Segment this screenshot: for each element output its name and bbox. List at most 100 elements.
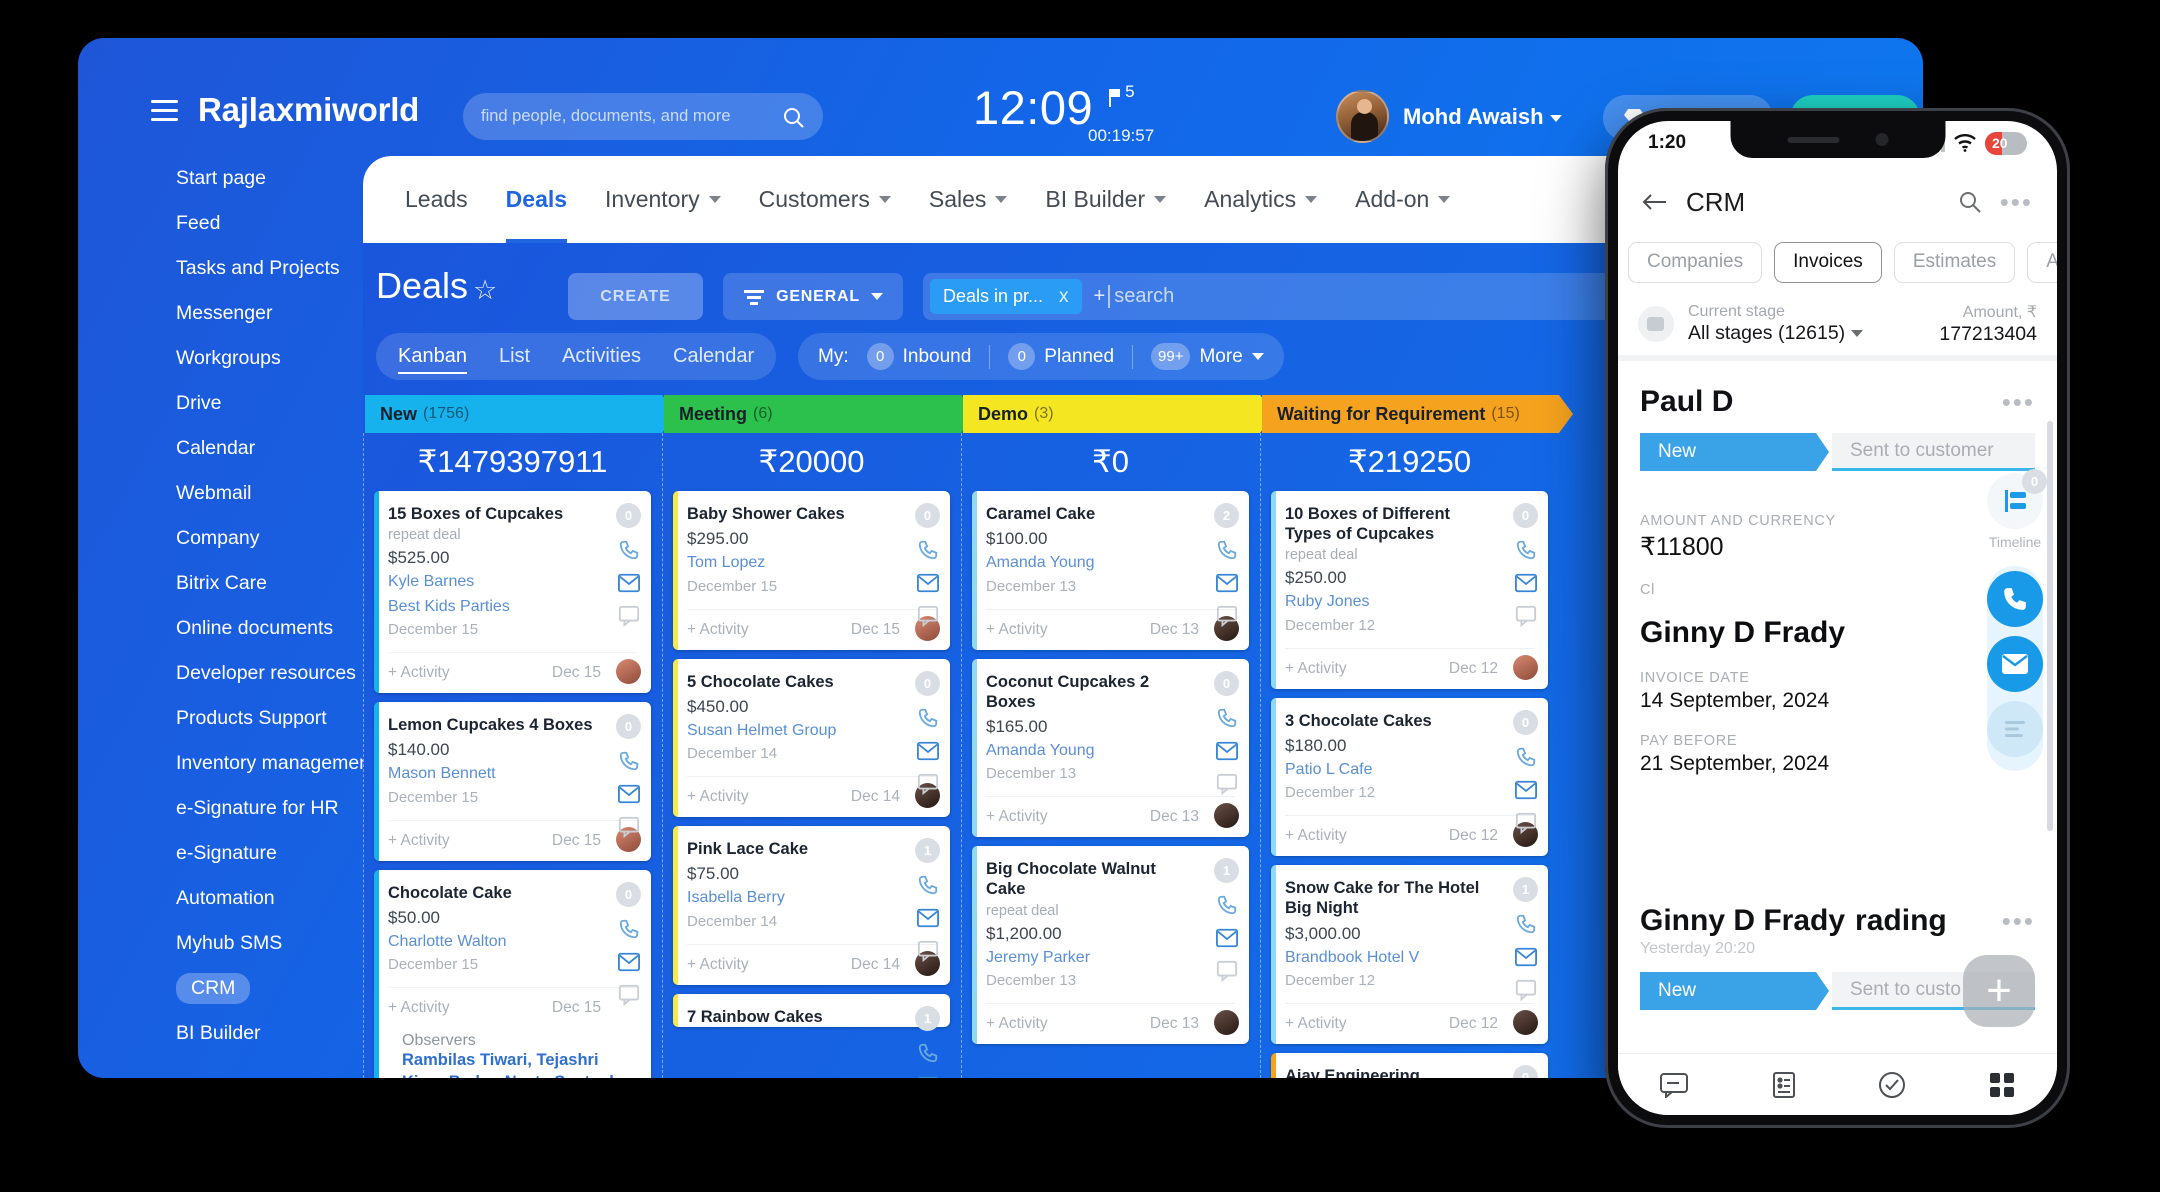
view-list[interactable]: List <box>499 341 530 372</box>
scrollbar[interactable] <box>2047 421 2053 831</box>
phone-icon[interactable] <box>618 539 640 561</box>
general-filter-button[interactable]: GENERAL <box>723 273 903 320</box>
counter-inbound[interactable]: 0 Inbound <box>866 343 971 370</box>
tab-inventory[interactable]: Inventory <box>605 156 721 243</box>
email-button[interactable] <box>1987 636 2043 692</box>
deal-card[interactable]: Big Chocolate Walnut Cake repeat deal $1,2… <box>972 846 1249 1045</box>
phone-tab-invoices[interactable]: Invoices <box>1774 241 1882 283</box>
sidebar-item-e-signature-for-hr[interactable]: e-Signature for HR <box>78 786 363 831</box>
phone-icon[interactable] <box>917 707 939 729</box>
search-input[interactable] <box>481 107 781 126</box>
column-header[interactable]: New (1756) <box>365 395 676 433</box>
add-activity-link[interactable]: + Activity <box>986 808 1048 826</box>
envelope-icon[interactable] <box>617 572 640 594</box>
avatar[interactable] <box>1513 654 1538 680</box>
chat-icon[interactable] <box>618 984 640 1006</box>
stage-new[interactable]: New <box>1640 972 1829 1010</box>
invoice-card-paul[interactable]: Paul D ••• New Sent to customer <box>1618 367 2057 485</box>
create-button[interactable]: CREATE <box>568 273 703 320</box>
phone-icon[interactable] <box>917 1042 939 1064</box>
deal-card[interactable]: 7 Rainbow Cakes 1 <box>673 993 950 1078</box>
favorite-star-icon[interactable]: ☆ <box>473 275 497 306</box>
sidebar-item-company[interactable]: Company <box>78 516 363 561</box>
avatar[interactable] <box>1513 1010 1538 1036</box>
view-kanban[interactable]: Kanban <box>398 341 467 374</box>
global-search[interactable] <box>463 93 823 140</box>
deal-card[interactable]: 15 Boxes of Cupcakes repeat deal $525.00 Ky… <box>374 491 651 694</box>
tab-customers[interactable]: Customers <box>759 156 891 243</box>
menu-icon[interactable] <box>151 100 178 121</box>
deal-contact[interactable]: Kyle Barnes <box>388 572 637 592</box>
sidebar-item-start-page[interactable]: Start page <box>78 156 363 201</box>
tab-bi-builder[interactable]: BI Builder <box>1045 156 1167 243</box>
avatar[interactable] <box>616 659 641 685</box>
sidebar-item-myhub-sms[interactable]: Myhub SMS <box>78 921 363 966</box>
stage-new[interactable]: New <box>1640 433 1829 471</box>
deal-card[interactable]: Chocolate Cake $50.00 Charlotte Walton Dece… <box>374 869 651 1078</box>
deal-contact[interactable]: Patio L Cafe <box>1285 760 1534 780</box>
document-icon[interactable] <box>1771 1071 1797 1099</box>
deal-card[interactable]: Snow Cake for The Hotel Big Night $3,000.… <box>1271 865 1548 1045</box>
deal-contact[interactable]: Jeremy Parker <box>986 948 1235 968</box>
tab-sales[interactable]: Sales <box>929 156 1008 243</box>
add-activity-link[interactable]: + Activity <box>1285 827 1347 845</box>
sidebar-item-calendar[interactable]: Calendar <box>78 426 363 471</box>
deal-contact[interactable]: Susan Helmet Group <box>687 721 936 741</box>
phone-icon[interactable] <box>917 874 939 896</box>
current-stage-value[interactable]: All stages (12615) <box>1688 322 1863 345</box>
clock-widget[interactable]: 12:09 5 <box>973 82 1135 131</box>
sidebar-item-drive[interactable]: Drive <box>78 381 363 426</box>
envelope-icon[interactable] <box>1514 779 1537 801</box>
phone-icon[interactable] <box>618 750 640 772</box>
deal-contact[interactable]: Charlotte Walton <box>388 932 637 952</box>
deal-card[interactable]: Baby Shower Cakes $295.00 Tom Lopez Decembe… <box>673 491 950 650</box>
grid-icon[interactable] <box>1988 1071 2016 1099</box>
envelope-icon[interactable] <box>916 572 939 594</box>
add-activity-link[interactable]: + Activity <box>1285 1015 1347 1033</box>
add-activity-link[interactable]: + Activity <box>986 621 1048 639</box>
sidebar-item-crm[interactable]: CRM <box>78 966 363 1011</box>
sidebar-item-automation[interactable]: Automation <box>78 876 363 921</box>
deal-card[interactable]: Ajay Engineering₹00 <box>1271 1053 1548 1078</box>
phone-icon[interactable] <box>618 918 640 940</box>
chat-icon[interactable] <box>1216 960 1238 983</box>
observers-names[interactable]: Rambilas Tiwari, Tejashri Kiran Bedre, N… <box>402 1050 623 1078</box>
chat-icon[interactable] <box>1216 773 1238 795</box>
back-arrow-icon[interactable] <box>1642 192 1668 212</box>
search-icon[interactable] <box>1958 190 1982 214</box>
add-filter-icon[interactable]: + <box>1094 285 1106 308</box>
tab-add-on[interactable]: Add-on <box>1355 156 1451 243</box>
add-activity-link[interactable]: + Activity <box>388 999 450 1017</box>
phone-icon[interactable] <box>1515 539 1537 561</box>
phone-icon[interactable] <box>1515 746 1537 768</box>
deal-card[interactable]: Pink Lace Cake $75.00 Isabella Berry Decemb… <box>673 826 950 985</box>
sidebar-item-inventory-management[interactable]: Inventory management <box>78 741 375 786</box>
tab-deals[interactable]: Deals <box>505 156 568 243</box>
view-calendar[interactable]: Calendar <box>673 341 754 372</box>
phone-icon[interactable] <box>917 539 939 561</box>
sidebar-item-bitrix-care[interactable]: Bitrix Care <box>78 561 363 606</box>
deal-contact[interactable]: Ruby Jones <box>1285 592 1534 612</box>
envelope-icon[interactable] <box>916 1075 939 1078</box>
user-menu[interactable]: Mohd Awaish <box>1403 104 1562 130</box>
phone-icon[interactable] <box>1216 707 1238 729</box>
counter-planned[interactable]: 0 Planned <box>1008 343 1114 370</box>
avatar[interactable] <box>1214 1010 1239 1036</box>
add-activity-link[interactable]: + Activity <box>1285 660 1347 678</box>
sidebar-item-webmail[interactable]: Webmail <box>78 471 363 516</box>
phone-icon[interactable] <box>1216 539 1238 561</box>
deal-card[interactable]: Lemon Cupcakes 4 Boxes $140.00 Mason Benne… <box>374 702 651 861</box>
column-header[interactable]: Demo (3) <box>963 395 1274 433</box>
add-button[interactable]: + <box>1963 955 2035 1027</box>
sidebar-item-e-signature[interactable]: e-Signature <box>78 831 363 876</box>
sidebar-item-messenger[interactable]: Messenger <box>78 291 363 336</box>
add-activity-link[interactable]: + Activity <box>986 1015 1048 1033</box>
chat-icon[interactable] <box>1515 979 1537 1002</box>
stage-sent[interactable]: Sent to customer <box>1832 433 2035 471</box>
envelope-icon[interactable] <box>1215 572 1238 594</box>
timeline-button[interactable]: 0 <box>1987 469 2047 529</box>
sidebar-item-feed[interactable]: Feed <box>78 201 363 246</box>
add-activity-link[interactable]: + Activity <box>687 956 749 974</box>
phone-tab-estimates[interactable]: Estimates <box>1893 241 2016 283</box>
chat-icon[interactable] <box>917 605 939 627</box>
